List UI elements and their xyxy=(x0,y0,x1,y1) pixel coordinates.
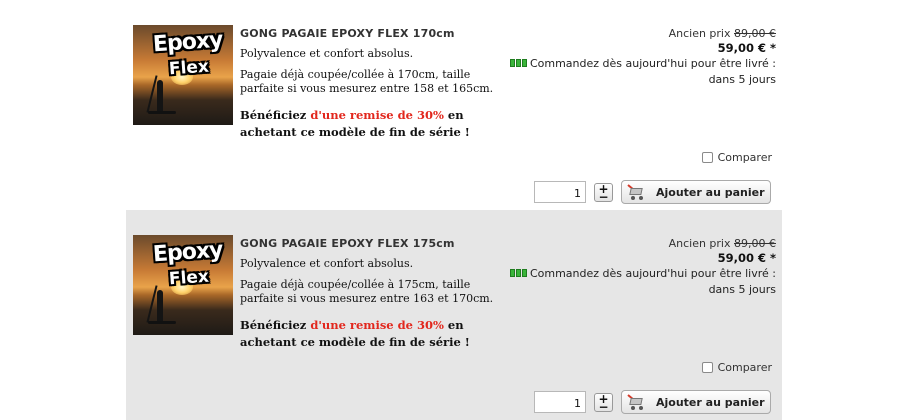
add-to-cart-label: Ajouter au panier xyxy=(656,185,765,199)
paddler-silhouette xyxy=(157,290,163,322)
image-logo-text: Flex xyxy=(168,56,210,80)
image-logo-text: Epoxy xyxy=(152,237,224,268)
checkbox-icon[interactable] xyxy=(701,152,713,163)
compare-toggle[interactable]: Comparer xyxy=(701,151,772,164)
quantity-stepper[interactable]: + − xyxy=(594,393,613,413)
stock-indicator-icon xyxy=(509,269,527,277)
minus-icon[interactable]: − xyxy=(595,401,612,413)
stock-indicator-icon xyxy=(509,59,527,67)
old-price: Ancien prix 89,00 € xyxy=(669,237,776,250)
promo-prefix: Bénéficiez xyxy=(240,108,311,122)
promo-text: Bénéficiez d'une remise de 30% en acheta… xyxy=(240,317,490,351)
paddle-graphic xyxy=(146,75,158,113)
checkbox-icon[interactable] xyxy=(701,362,713,373)
new-price: 59,00 € * xyxy=(717,251,776,265)
board-graphic xyxy=(148,321,176,324)
product-tagline: Polyvalence et confort absolus. xyxy=(240,47,414,60)
delivery-info: Commandez dès aujourd'hui pour être livr… xyxy=(506,56,776,88)
quantity-input[interactable]: 1 xyxy=(534,181,586,203)
quantity-input[interactable]: 1 xyxy=(534,391,586,413)
minus-icon[interactable]: − xyxy=(595,191,612,203)
image-logo-text: Flex xyxy=(168,266,210,290)
old-price-label: Ancien prix xyxy=(668,237,734,250)
add-to-cart-button[interactable]: Ajouter au panier xyxy=(621,390,771,414)
promo-highlight: d'une remise de 30% xyxy=(310,108,444,122)
quantity-stepper[interactable]: + − xyxy=(594,183,613,203)
old-price-value: 89,00 € xyxy=(734,237,776,250)
old-price-label: Ancien prix xyxy=(668,27,734,40)
product-tagline: Polyvalence et confort absolus. xyxy=(240,257,414,270)
compare-toggle[interactable]: Comparer xyxy=(701,361,772,374)
product-image[interactable]: Epoxy Flex xyxy=(133,235,233,335)
product-title[interactable]: GONG PAGAIE EPOXY FLEX 175cm xyxy=(240,237,455,250)
product-image[interactable]: Epoxy Flex xyxy=(133,25,233,125)
board-graphic xyxy=(148,111,176,114)
add-to-cart-label: Ajouter au panier xyxy=(656,395,765,409)
compare-label: Comparer xyxy=(717,361,772,374)
paddler-silhouette xyxy=(157,80,163,112)
product-item: Epoxy Flex GONG PAGAIE EPOXY FLEX 175cm … xyxy=(126,210,782,420)
delivery-text: Commandez dès aujourd'hui pour être livr… xyxy=(529,57,776,86)
product-description: Pagaie déjà coupée/collée à 175cm, taill… xyxy=(240,278,494,305)
old-price: Ancien prix 89,00 € xyxy=(669,27,776,40)
promo-prefix: Bénéficiez xyxy=(240,318,311,332)
compare-label: Comparer xyxy=(717,151,772,164)
delivery-info: Commandez dès aujourd'hui pour être livr… xyxy=(506,266,776,298)
image-logo-text: Epoxy xyxy=(152,27,224,58)
cart-icon xyxy=(627,394,646,410)
old-price-value: 89,00 € xyxy=(734,27,776,40)
promo-highlight: d'une remise de 30% xyxy=(310,318,444,332)
new-price: 59,00 € * xyxy=(717,41,776,55)
promo-text: Bénéficiez d'une remise de 30% en acheta… xyxy=(240,107,490,141)
paddle-graphic xyxy=(146,285,158,323)
product-item: Epoxy Flex GONG PAGAIE EPOXY FLEX 170cm … xyxy=(126,0,782,210)
product-description: Pagaie déjà coupée/collée à 170cm, taill… xyxy=(240,68,494,95)
product-title[interactable]: GONG PAGAIE EPOXY FLEX 170cm xyxy=(240,27,455,40)
cart-icon xyxy=(627,184,646,200)
add-to-cart-button[interactable]: Ajouter au panier xyxy=(621,180,771,204)
delivery-text: Commandez dès aujourd'hui pour être livr… xyxy=(529,267,776,296)
